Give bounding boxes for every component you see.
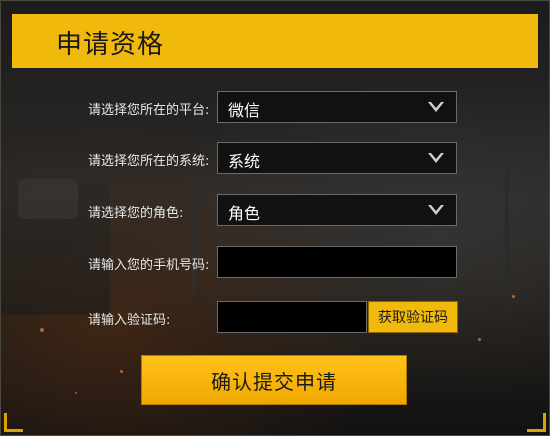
phone-input[interactable]	[217, 246, 457, 278]
ember-spark	[75, 392, 77, 394]
background-vehicle	[0, 165, 110, 315]
chevron-down-icon	[428, 102, 444, 112]
platform-select[interactable]: 微信	[217, 91, 457, 123]
role-select[interactable]: 角色	[217, 194, 457, 226]
corner-ornament	[527, 413, 546, 432]
system-select[interactable]: 系统	[217, 142, 457, 174]
code-label: 请输入验证码:	[88, 313, 171, 328]
submit-application-button[interactable]: 确认提交申请	[141, 355, 407, 405]
system-label: 请选择您所在的系统:	[88, 154, 210, 169]
phone-row: 请输入您的手机号码:	[0, 246, 550, 278]
code-row: 请输入验证码: 获取验证码	[0, 301, 550, 333]
verification-code-input[interactable]	[217, 301, 367, 333]
phone-label: 请输入您的手机号码:	[88, 258, 210, 273]
system-select-value: 系统	[228, 152, 261, 171]
dialog-title: 申请资格	[56, 30, 165, 60]
chevron-down-icon	[428, 153, 444, 163]
system-row: 请选择您所在的系统: 系统	[0, 142, 550, 174]
get-code-button[interactable]: 获取验证码	[368, 301, 458, 333]
application-dialog: 申请资格 请选择您所在的平台: 微信 请选择您所在的系统: 系统 请选择您的角色…	[0, 0, 550, 436]
role-row: 请选择您的角色: 角色	[0, 194, 550, 226]
role-select-value: 角色	[228, 204, 261, 223]
dialog-header: 申请资格	[12, 14, 538, 68]
chevron-down-icon	[428, 205, 444, 215]
ember-spark	[478, 338, 481, 341]
platform-select-value: 微信	[228, 101, 261, 120]
ember-spark	[512, 295, 515, 298]
role-label: 请选择您的角色:	[88, 206, 184, 221]
platform-label: 请选择您所在的平台:	[88, 103, 210, 118]
platform-row: 请选择您所在的平台: 微信	[0, 91, 550, 123]
corner-ornament	[4, 413, 23, 432]
background-pole-right	[505, 170, 509, 310]
ember-spark	[120, 370, 123, 373]
